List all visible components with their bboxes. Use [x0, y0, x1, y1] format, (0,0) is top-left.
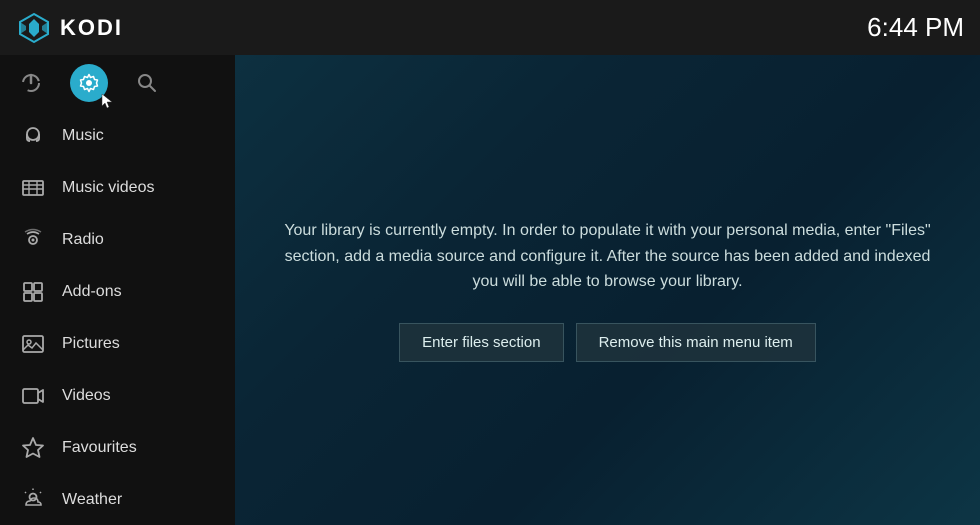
sidebar-item-videos-label: Videos — [62, 387, 111, 405]
radio-icon — [20, 227, 46, 253]
sidebar-item-music[interactable]: Music — [0, 110, 235, 162]
empty-library-box: Your library is currently empty. In orde… — [275, 218, 940, 362]
sidebar-item-music-videos[interactable]: Music videos — [0, 162, 235, 214]
main-layout: Music Music videos Radio — [0, 55, 980, 525]
power-icon — [20, 72, 42, 94]
sidebar-item-videos[interactable]: Videos — [0, 370, 235, 422]
headphones-icon — [20, 123, 46, 149]
power-button[interactable] — [20, 72, 42, 94]
sidebar-item-radio-label: Radio — [62, 231, 104, 249]
search-button[interactable] — [136, 72, 158, 94]
header: KODI 6:44 PM — [0, 0, 980, 55]
sidebar-item-music-label: Music — [62, 127, 104, 145]
enter-files-button[interactable]: Enter files section — [399, 323, 563, 362]
addon-icon — [20, 279, 46, 305]
sidebar-item-weather[interactable]: Weather — [0, 474, 235, 525]
star-icon — [20, 435, 46, 461]
sidebar-controls — [0, 55, 235, 110]
clock: 6:44 PM — [867, 12, 964, 43]
sidebar-item-pictures-label: Pictures — [62, 335, 120, 353]
weather-icon — [20, 487, 46, 513]
sidebar-item-addons[interactable]: Add-ons — [0, 266, 235, 318]
sidebar-item-pictures[interactable]: Pictures — [0, 318, 235, 370]
kodi-logo: KODI — [16, 10, 123, 46]
sidebar-item-radio[interactable]: Radio — [0, 214, 235, 266]
gear-icon — [79, 73, 99, 93]
videos-icon — [20, 383, 46, 409]
action-buttons: Enter files section Remove this main men… — [275, 323, 940, 362]
cursor-indicator — [100, 92, 114, 110]
sidebar-menu: Music Music videos Radio — [0, 110, 235, 525]
kodi-icon — [16, 10, 52, 46]
sidebar: Music Music videos Radio — [0, 55, 235, 525]
sidebar-item-music-videos-label: Music videos — [62, 179, 154, 197]
pictures-icon — [20, 331, 46, 357]
sidebar-item-addons-label: Add-ons — [62, 283, 122, 301]
app-title: KODI — [60, 15, 123, 41]
sidebar-item-favourites-label: Favourites — [62, 439, 137, 457]
empty-library-message: Your library is currently empty. In orde… — [275, 218, 940, 295]
sidebar-item-weather-label: Weather — [62, 491, 122, 509]
sidebar-item-favourites[interactable]: Favourites — [0, 422, 235, 474]
remove-menu-item-button[interactable]: Remove this main menu item — [576, 323, 816, 362]
settings-button[interactable] — [70, 64, 108, 102]
content-area: Your library is currently empty. In orde… — [235, 55, 980, 525]
music-video-icon — [20, 175, 46, 201]
search-icon — [136, 72, 158, 94]
